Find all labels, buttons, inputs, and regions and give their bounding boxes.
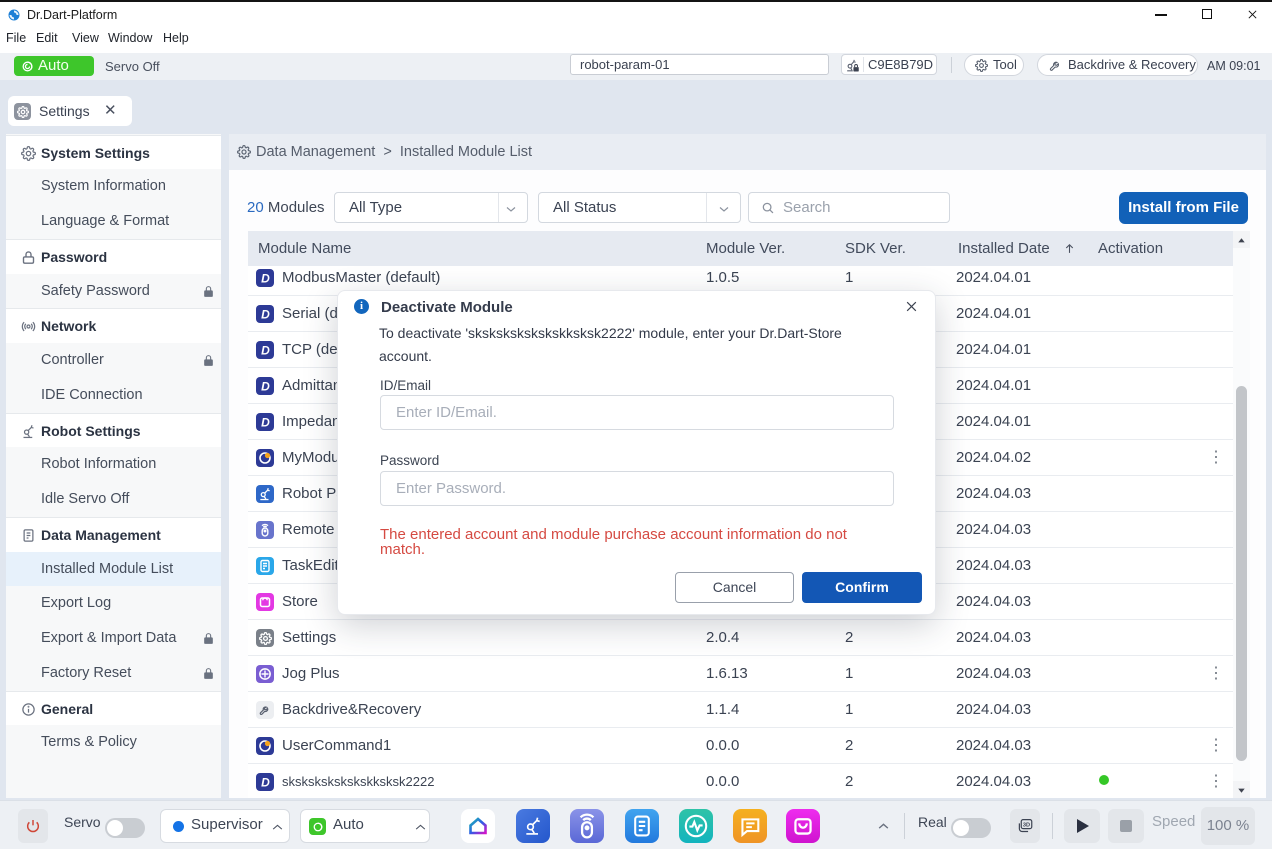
- svg-text:D: D: [261, 308, 270, 322]
- svg-text:D: D: [261, 416, 270, 430]
- svg-text:D: D: [261, 344, 270, 358]
- svg-text:D: D: [261, 380, 270, 394]
- svg-text:3D: 3D: [1023, 822, 1030, 828]
- svg-text:D: D: [261, 776, 270, 790]
- svg-text:D: D: [261, 272, 270, 286]
